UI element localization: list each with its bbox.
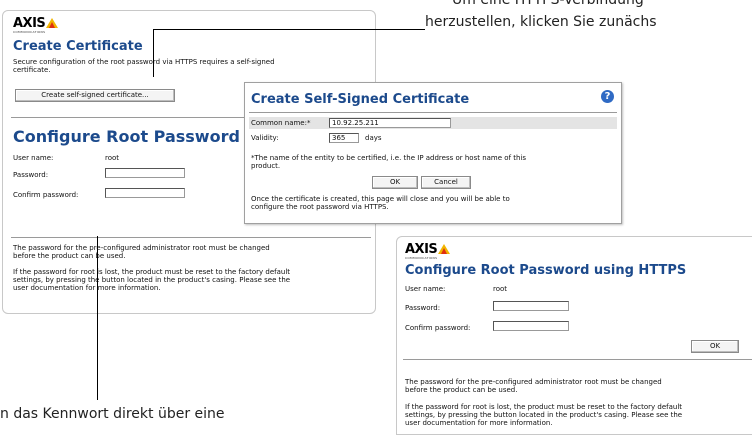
axis-logo: AXIS COMMUNICATIONS: [405, 242, 451, 260]
axis-logo: AXIS COMMUNICATIONS: [13, 16, 59, 34]
password-label: Password:: [13, 171, 49, 179]
password-label: Password:: [405, 304, 441, 312]
common-name-label: Common name:*: [251, 119, 311, 127]
configure-root-password-https-panel: AXIS COMMUNICATIONS Configure Root Passw…: [396, 236, 752, 435]
callout-top-line1: Um eine HTTPS-Verbindung: [452, 0, 644, 8]
info-line-2: configure the root password via HTTPS.: [251, 203, 389, 211]
divider: [403, 359, 752, 360]
validity-input[interactable]: 365: [329, 133, 359, 143]
callout-leader-top-h: [153, 29, 425, 30]
user-name-label: User name:: [405, 285, 446, 293]
axis-triangle-icon: [46, 18, 59, 28]
confirm-password-label: Confirm password:: [405, 324, 471, 332]
footnote-line-1: *The name of the entity to be certified,…: [251, 154, 527, 162]
confirm-password-label: Confirm password:: [13, 191, 79, 199]
password-input[interactable]: [493, 301, 569, 311]
ok-button[interactable]: OK: [691, 340, 739, 353]
callout-leader-top-v: [153, 29, 154, 77]
user-name-value: root: [493, 285, 508, 293]
callout-leader-bottom-v: [97, 236, 98, 400]
help-icon[interactable]: ?: [601, 90, 614, 103]
common-name-input[interactable]: 10.92.25.211: [329, 118, 451, 128]
axis-triangle-icon: [438, 244, 451, 254]
note-line-2: before the product can be used.: [405, 386, 518, 394]
validity-label: Validity:: [251, 134, 279, 142]
create-certificate-desc-1: Secure configuration of the root passwor…: [13, 58, 275, 66]
footnote-line-2: product.: [251, 162, 281, 170]
validity-unit: days: [365, 134, 382, 142]
divider: [11, 237, 371, 238]
lost-password-line-3: user documentation for more information.: [405, 419, 553, 427]
create-certificate-title: Create Certificate: [13, 39, 143, 54]
confirm-password-input[interactable]: [105, 188, 185, 198]
callout-top-line2: herzustellen, klicken Sie zunächs: [425, 14, 657, 30]
divider: [249, 112, 617, 113]
configure-root-password-title: Configure Root Password: [13, 127, 240, 146]
ok-button[interactable]: OK: [372, 176, 418, 189]
user-name-label: User name:: [13, 154, 54, 162]
cancel-button[interactable]: Cancel: [421, 176, 471, 189]
password-input[interactable]: [105, 168, 185, 178]
create-self-signed-certificate-dialog: Create Self-Signed Certificate ? Common …: [244, 82, 622, 224]
confirm-password-input[interactable]: [493, 321, 569, 331]
https-title: Configure Root Password using HTTPS: [405, 263, 687, 278]
create-certificate-desc-2: certificate.: [13, 66, 51, 74]
user-name-value: root: [105, 154, 120, 162]
dialog-title: Create Self-Signed Certificate: [251, 92, 470, 107]
create-self-signed-certificate-button[interactable]: Create self-signed certificate...: [15, 89, 175, 102]
note-line-2: before the product can be used.: [13, 252, 126, 260]
callout-bottom: n das Kennwort direkt über eine: [0, 406, 225, 422]
lost-password-line-3: user documentation for more information.: [13, 284, 161, 292]
